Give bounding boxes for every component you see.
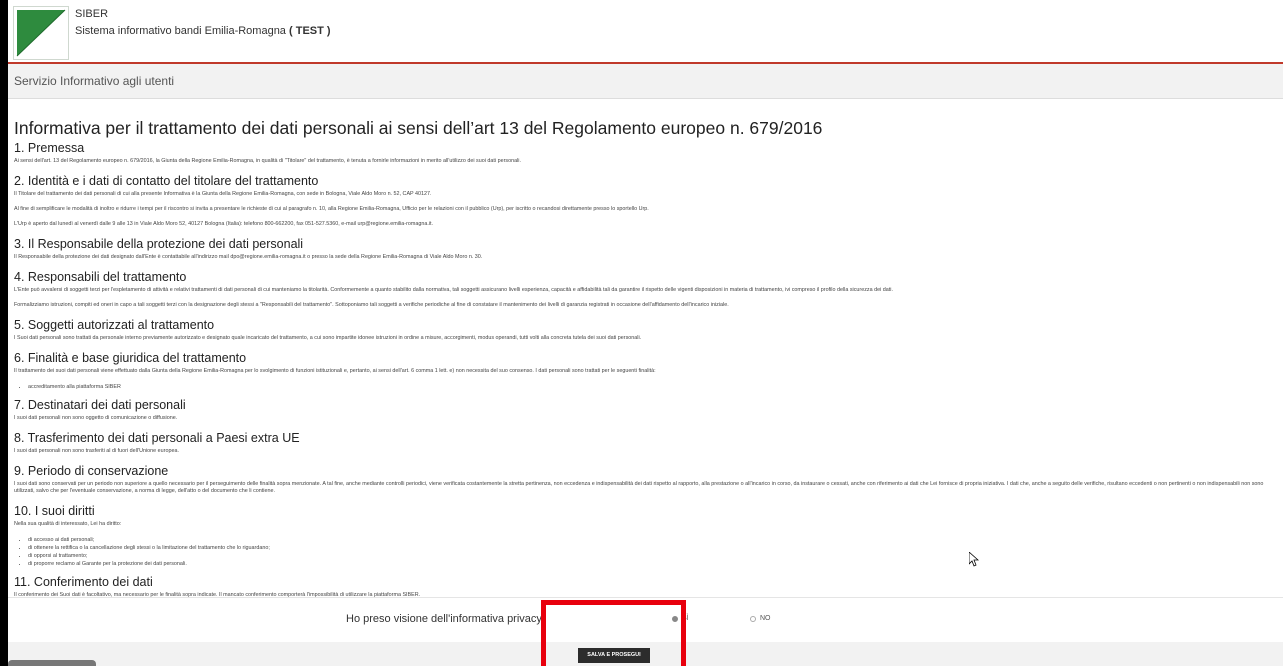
section-text: Il Responsabile della protezione dei dat… bbox=[14, 254, 483, 260]
page-title: Informativa per il trattamento dei dati … bbox=[14, 118, 823, 138]
app-subtitle-text: Sistema informativo bandi Emilia-Romagna bbox=[75, 25, 286, 37]
radio-no-label: NO bbox=[760, 615, 771, 622]
section-text: Formalizziamo istruzioni, compiti ed one… bbox=[14, 302, 729, 308]
section-title: 3. Il Responsabile della protezione dei … bbox=[14, 237, 304, 251]
section-title: 11. Conferimento dei dati bbox=[14, 575, 153, 589]
section-text: L'Ente può avvalersi di soggetti terzi p… bbox=[14, 287, 893, 293]
app-header: SIBER Sistema informativo bandi Emilia-R… bbox=[8, 0, 1283, 64]
section-title: 1. Premessa bbox=[14, 141, 85, 155]
section-title: 5. Soggetti autorizzati al trattamento bbox=[14, 318, 215, 332]
section-title: 4. Responsabili del trattamento bbox=[14, 270, 187, 284]
section-text: Ai sensi dell'art. 13 del Regolamento eu… bbox=[14, 158, 521, 164]
section-text: I suoi dati personali non sono oggetto d… bbox=[14, 415, 178, 421]
mouse-cursor-icon bbox=[968, 551, 980, 572]
section-title: 8. Trasferimento dei dati personali a Pa… bbox=[14, 431, 300, 445]
section-text: I Suoi dati personali sono trattati da p… bbox=[14, 335, 642, 341]
list-item: di ottenere la rettifica o la cancellazi… bbox=[28, 544, 1277, 552]
section-title: 6. Finalità e base giuridica del trattam… bbox=[14, 351, 247, 365]
app-subtitle: Sistema informativo bandi Emilia-Romagna… bbox=[75, 25, 331, 37]
save-and-continue-button[interactable]: SALVA E PROSEGUI bbox=[578, 648, 650, 663]
list-item: di opporsi al trattamento; bbox=[28, 552, 1277, 560]
section-text: I suoi dati personali non sono trasferit… bbox=[14, 448, 179, 454]
privacy-question: Ho preso visione dell'informativa privac… bbox=[346, 613, 545, 625]
list-item: di proporre reclamo al Garante per la pr… bbox=[28, 560, 1277, 568]
section-title: 2. Identità e i dati di contatto del tit… bbox=[14, 174, 319, 188]
service-title: Servizio Informativo agli utenti bbox=[14, 74, 175, 88]
privacy-notice-content: Informativa per il trattamento dei dati … bbox=[8, 117, 1283, 599]
corner-tab bbox=[8, 660, 96, 666]
section-text: Al fine di semplificare le modalità di i… bbox=[14, 206, 649, 212]
section-title: 9. Periodo di conservazione bbox=[14, 464, 169, 478]
radio-no-dot[interactable] bbox=[750, 615, 756, 622]
page: SIBER Sistema informativo bandi Emilia-R… bbox=[8, 0, 1283, 666]
app-name: SIBER bbox=[75, 8, 109, 20]
section-title: 10. I suoi diritti bbox=[14, 504, 95, 518]
section-text: Il trattamento dei suoi dati personali v… bbox=[14, 368, 656, 374]
region-logo-icon bbox=[13, 6, 69, 60]
section-text: Il Titolare del trattamento dei dati per… bbox=[14, 191, 432, 197]
purpose-list: accreditamento alla piattaforma SIBER bbox=[14, 383, 1277, 391]
rights-list: di accesso ai dati personali; di ottener… bbox=[14, 536, 1277, 568]
section-text: Nella sua qualità di interessato, Lei ha… bbox=[14, 521, 122, 527]
list-item: di accesso ai dati personali; bbox=[28, 536, 1277, 544]
section-title: 7. Destinatari dei dati personali bbox=[14, 398, 186, 412]
radio-no[interactable]: NO bbox=[750, 615, 771, 622]
list-item: accreditamento alla piattaforma SIBER bbox=[28, 383, 1277, 391]
env-badge: ( TEST ) bbox=[289, 25, 331, 37]
section-text: I suoi dati sono conservati per un perio… bbox=[14, 481, 1264, 494]
service-bar: Servizio Informativo agli utenti bbox=[8, 64, 1283, 99]
section-text: L'Urp è aperto dal lunedì al venerdì dal… bbox=[14, 221, 434, 227]
